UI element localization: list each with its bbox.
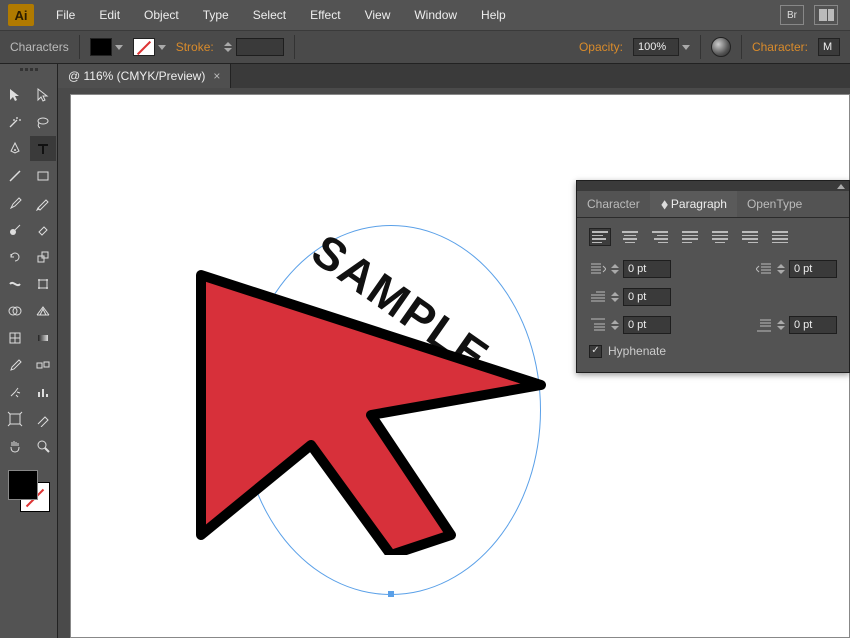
paragraph-align-row: [589, 228, 837, 246]
justify-all-button[interactable]: [769, 228, 791, 246]
opacity-label: Opacity:: [579, 40, 623, 54]
free-transform-tool[interactable]: [30, 271, 56, 296]
type-tool[interactable]: [30, 136, 56, 161]
indent-left-stepper[interactable]: [611, 260, 671, 278]
opacity-field[interactable]: [633, 38, 690, 56]
indent-left-icon: [589, 262, 607, 276]
space-after-icon: [755, 318, 773, 332]
indent-right-stepper[interactable]: [777, 260, 837, 278]
app-badge: Ai: [8, 4, 34, 26]
opacity-input[interactable]: [633, 38, 679, 56]
fill-stroke-swatches[interactable]: [8, 470, 50, 512]
lasso-tool[interactable]: [30, 109, 56, 134]
scale-tool[interactable]: [30, 244, 56, 269]
document-tab[interactable]: @ 116% (CMYK/Preview) ×: [58, 64, 231, 88]
menu-help[interactable]: Help: [469, 2, 518, 28]
gradient-tool[interactable]: [30, 325, 56, 350]
stroke-color-swatch[interactable]: [133, 38, 166, 56]
hyphenate-checkbox[interactable]: ✓: [589, 345, 602, 358]
options-context-label: Characters: [10, 40, 69, 54]
annotation-arrow-icon: [141, 255, 561, 555]
indent-first-line-input[interactable]: [623, 288, 671, 306]
artboard-tool[interactable]: [2, 406, 28, 431]
pencil-tool[interactable]: [30, 190, 56, 215]
space-before-stepper[interactable]: [611, 316, 671, 334]
stroke-weight-input[interactable]: [236, 38, 284, 56]
stroke-weight-label: Stroke:: [176, 40, 214, 54]
layout-arrange-button[interactable]: [814, 5, 838, 25]
justify-last-left-button[interactable]: [679, 228, 701, 246]
symbol-sprayer-tool[interactable]: [2, 379, 28, 404]
perspective-grid-tool[interactable]: [30, 298, 56, 323]
close-icon[interactable]: ×: [213, 69, 220, 83]
indent-right-input[interactable]: [789, 260, 837, 278]
indent-first-line-stepper[interactable]: [611, 288, 671, 306]
slice-tool[interactable]: [30, 406, 56, 431]
tab-paragraph[interactable]: ◆ Paragraph: [650, 191, 737, 217]
width-tool[interactable]: [2, 271, 28, 296]
expand-icon: ◆: [661, 197, 667, 211]
magic-wand-tool[interactable]: [2, 109, 28, 134]
space-before-input[interactable]: [623, 316, 671, 334]
shape-builder-tool[interactable]: [2, 298, 28, 323]
pen-tool[interactable]: [2, 136, 28, 161]
justify-last-center-button[interactable]: [709, 228, 731, 246]
eyedropper-tool[interactable]: [2, 352, 28, 377]
hyphenate-label: Hyphenate: [608, 344, 666, 358]
paragraph-panel: Character ◆ Paragraph OpenType: [576, 180, 850, 373]
tools-panel-grip[interactable]: [3, 68, 55, 78]
stroke-weight-stepper[interactable]: [224, 38, 284, 56]
character-panel-label: Character:: [752, 40, 808, 54]
tab-character[interactable]: Character: [577, 191, 650, 217]
space-before-icon: [589, 318, 607, 332]
fill-color-swatch[interactable]: [90, 38, 123, 56]
chevron-up-icon: [837, 184, 845, 189]
zoom-tool[interactable]: [30, 433, 56, 458]
menu-select[interactable]: Select: [241, 2, 298, 28]
panel-collapse-grip[interactable]: [577, 181, 849, 191]
justify-last-right-button[interactable]: [739, 228, 761, 246]
direct-selection-tool[interactable]: [30, 82, 56, 107]
menu-edit[interactable]: Edit: [87, 2, 132, 28]
line-segment-tool[interactable]: [2, 163, 28, 188]
indent-left-input[interactable]: [623, 260, 671, 278]
menu-view[interactable]: View: [353, 2, 403, 28]
recolor-artwork-icon[interactable]: [711, 37, 731, 57]
rectangle-tool[interactable]: [30, 163, 56, 188]
options-bar: Characters Stroke: Opacity: Character:: [0, 30, 850, 64]
character-panel-field[interactable]: [818, 38, 840, 56]
tab-paragraph-label: Paragraph: [671, 197, 727, 211]
eraser-tool[interactable]: [30, 217, 56, 242]
document-tabstrip: @ 116% (CMYK/Preview) ×: [58, 64, 850, 88]
indent-first-line-icon: [589, 290, 607, 304]
menu-type[interactable]: Type: [191, 2, 241, 28]
menu-bar: Ai File Edit Object Type Select Effect V…: [0, 0, 850, 30]
tools-panel: [0, 64, 58, 638]
fill-swatch-large[interactable]: [8, 470, 38, 500]
menu-object[interactable]: Object: [132, 2, 191, 28]
panel-tabs: Character ◆ Paragraph OpenType: [577, 191, 849, 218]
mesh-tool[interactable]: [2, 325, 28, 350]
anchor-point[interactable]: [388, 591, 394, 597]
column-graph-tool[interactable]: [30, 379, 56, 404]
bridge-button[interactable]: Br: [780, 5, 804, 25]
paintbrush-tool[interactable]: [2, 190, 28, 215]
document-tab-title: @ 116% (CMYK/Preview): [68, 69, 205, 83]
menu-file[interactable]: File: [44, 2, 87, 28]
hand-tool[interactable]: [2, 433, 28, 458]
menu-effect[interactable]: Effect: [298, 2, 352, 28]
blend-tool[interactable]: [30, 352, 56, 377]
space-after-input[interactable]: [789, 316, 837, 334]
align-center-button[interactable]: [619, 228, 641, 246]
indent-right-icon: [755, 262, 773, 276]
layout-arrange-icon: [819, 9, 834, 21]
tab-opentype[interactable]: OpenType: [737, 191, 812, 217]
selection-tool[interactable]: [2, 82, 28, 107]
rotate-tool[interactable]: [2, 244, 28, 269]
align-right-button[interactable]: [649, 228, 671, 246]
align-left-button[interactable]: [589, 228, 611, 246]
menu-window[interactable]: Window: [402, 2, 469, 28]
space-after-stepper[interactable]: [777, 316, 837, 334]
blob-brush-tool[interactable]: [2, 217, 28, 242]
